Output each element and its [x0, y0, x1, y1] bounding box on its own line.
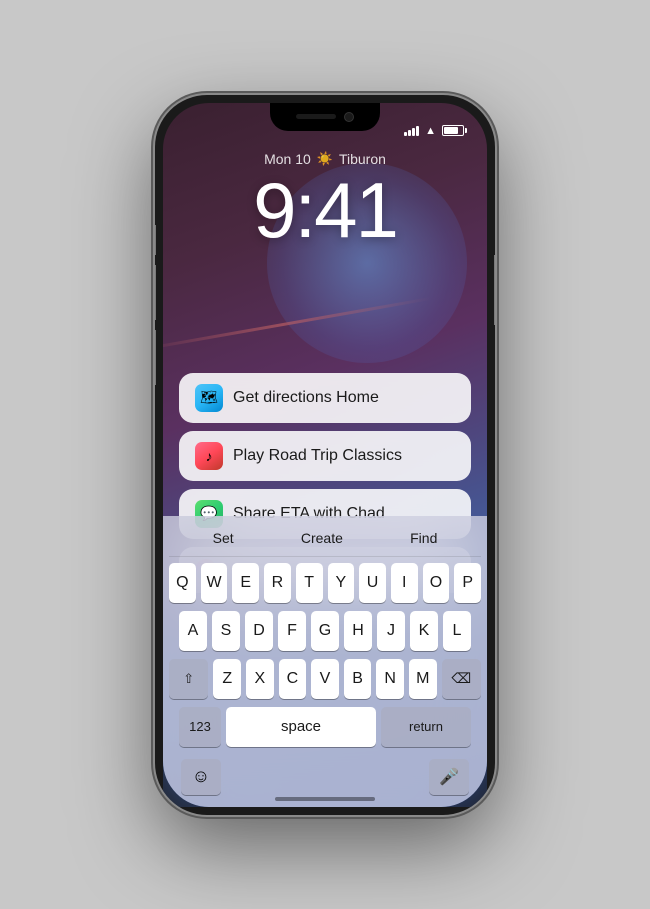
music-icon: ♪ [195, 442, 223, 470]
key-z[interactable]: Z [213, 659, 241, 699]
keyboard-row-3: ⇧ Z X C V B N M ⌫ [169, 659, 481, 699]
key-a[interactable]: A [179, 611, 207, 651]
key-m[interactable]: M [409, 659, 437, 699]
wifi-icon: ▲ [425, 125, 436, 137]
key-y[interactable]: Y [328, 563, 355, 603]
key-v[interactable]: V [311, 659, 339, 699]
maps-icon: 🗺 [195, 384, 223, 412]
power-button [494, 255, 495, 325]
suggestion-set[interactable]: Set [205, 528, 242, 548]
status-icons: ▲ [404, 125, 467, 137]
key-p[interactable]: P [454, 563, 481, 603]
sun-icon: ☀️ [317, 151, 333, 167]
suggestion-music[interactable]: ♪ Play Road Trip Classics [179, 431, 471, 481]
suggestion-directions[interactable]: 🗺 Get directions Home [179, 373, 471, 423]
key-f[interactable]: F [278, 611, 306, 651]
suggestion-create[interactable]: Create [293, 528, 351, 548]
key-h[interactable]: H [344, 611, 372, 651]
phone-frame: ▲ Mon 10 ☀️ Tiburon 9:41 🗺 G [155, 95, 495, 815]
key-u[interactable]: U [359, 563, 386, 603]
key-b[interactable]: B [344, 659, 372, 699]
clock: 9:41 [253, 171, 397, 249]
key-x[interactable]: X [246, 659, 274, 699]
key-numbers[interactable]: 123 [179, 707, 221, 747]
key-l[interactable]: L [443, 611, 471, 651]
location-text: Tiburon [339, 151, 386, 167]
lock-content: Mon 10 ☀️ Tiburon 9:41 [163, 143, 487, 249]
key-w[interactable]: W [201, 563, 228, 603]
key-return[interactable]: return [381, 707, 471, 747]
volume-up-button [155, 265, 156, 320]
key-space[interactable]: space [226, 707, 376, 747]
date-line: Mon 10 ☀️ Tiburon [264, 151, 386, 167]
keyboard-row-2: A S D F G H J K L [169, 611, 481, 651]
screen: ▲ Mon 10 ☀️ Tiburon 9:41 🗺 G [163, 103, 487, 807]
key-r[interactable]: R [264, 563, 291, 603]
date-text: Mon 10 [264, 151, 311, 167]
key-s[interactable]: S [212, 611, 240, 651]
key-d[interactable]: D [245, 611, 273, 651]
speaker [296, 114, 336, 119]
key-o[interactable]: O [423, 563, 450, 603]
key-delete[interactable]: ⌫ [442, 659, 481, 699]
key-n[interactable]: N [376, 659, 404, 699]
key-g[interactable]: G [311, 611, 339, 651]
notch [270, 103, 380, 131]
key-i[interactable]: I [391, 563, 418, 603]
key-j[interactable]: J [377, 611, 405, 651]
home-indicator [275, 797, 375, 801]
key-c[interactable]: C [279, 659, 307, 699]
key-k[interactable]: K [410, 611, 438, 651]
keyboard-suggestions-row: Set Create Find [169, 524, 481, 557]
key-shift[interactable]: ⇧ [169, 659, 208, 699]
battery-icon [442, 125, 467, 136]
signal-icon [404, 126, 419, 136]
mute-button [155, 225, 156, 255]
keyboard-row-4: 123 space return [169, 707, 481, 747]
key-emoji[interactable]: ☺ [181, 759, 221, 795]
keyboard-bottom-row: ☺ 🎤 [169, 755, 481, 803]
keyboard-row-1: Q W E R T Y U I O P [169, 563, 481, 603]
suggestion-find[interactable]: Find [402, 528, 445, 548]
suggestion-directions-label: Get directions Home [233, 389, 379, 407]
key-q[interactable]: Q [169, 563, 196, 603]
suggestion-music-label: Play Road Trip Classics [233, 447, 402, 465]
key-t[interactable]: T [296, 563, 323, 603]
key-mic[interactable]: 🎤 [429, 759, 469, 795]
volume-down-button [155, 330, 156, 385]
keyboard: Set Create Find Q W E R T Y U I O P A S [163, 516, 487, 807]
camera [344, 112, 354, 122]
key-e[interactable]: E [232, 563, 259, 603]
